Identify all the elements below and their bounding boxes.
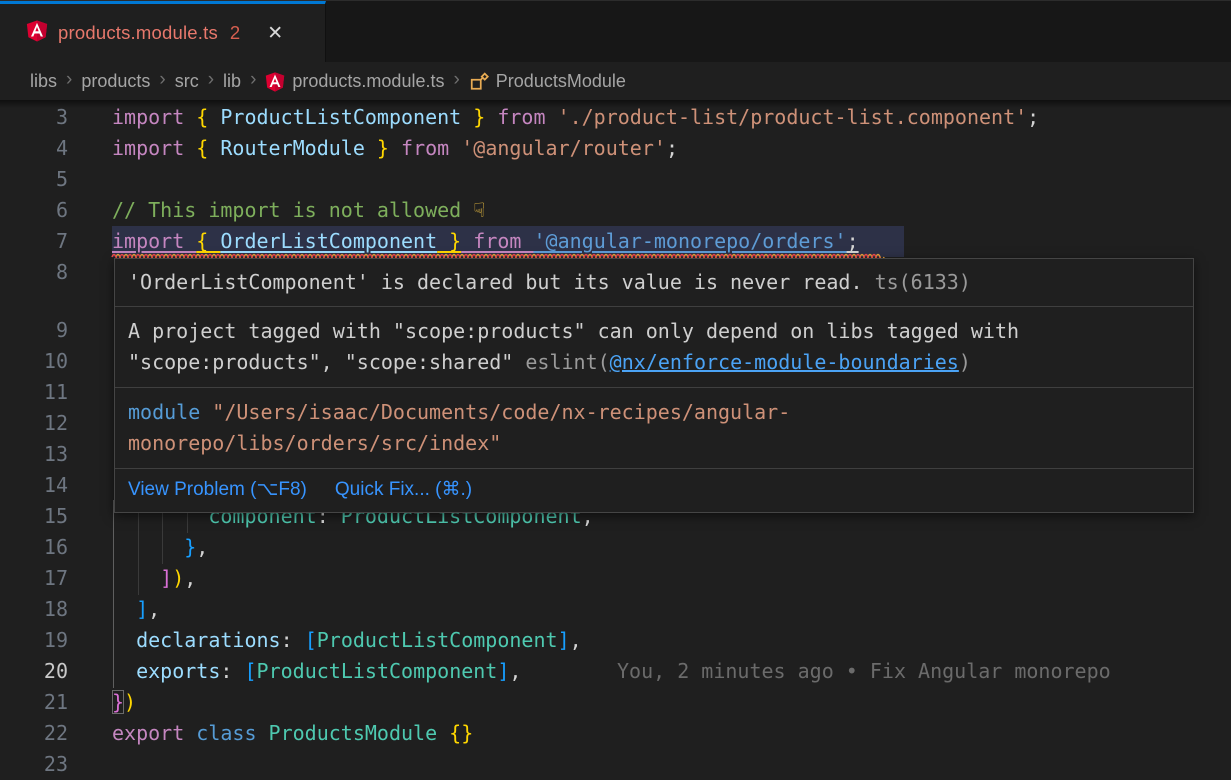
breadcrumb-item-lib[interactable]: lib <box>223 71 241 92</box>
line-number: 20 <box>0 656 68 687</box>
breadcrumb-item-productsmodule[interactable]: ProductsModule <box>469 71 626 92</box>
pointing-down-emoji: ☟ <box>473 198 485 222</box>
module-path-line1: "/Users/isaac/Documents/code/nx-recipes/… <box>200 400 790 424</box>
line-number: 5 <box>0 164 68 195</box>
angular-file-icon <box>26 20 48 47</box>
code-text: exports: [ProductListComponent], <box>112 656 521 687</box>
code-text: ]), <box>112 563 196 594</box>
eslint-error-line1: A project tagged with "scope:products" c… <box>128 319 1019 343</box>
breadcrumb-label: src <box>175 71 199 92</box>
angular-icon <box>265 72 285 92</box>
vscode-window: products.module.ts 2 ✕ libs › products › src… <box>0 0 1231 780</box>
line-number: 6 <box>0 195 68 226</box>
line-number: 23 <box>0 749 68 780</box>
line-number: 4 <box>0 133 68 164</box>
breadcrumb-separator: › <box>66 69 72 91</box>
eslint-source-prefix: eslint( <box>525 350 609 374</box>
tab-bar: products.module.ts 2 ✕ <box>0 0 1231 62</box>
code-editor: 3import { ProductListComponent } from '.… <box>0 100 1231 780</box>
line-number: 15 <box>0 501 68 532</box>
eslint-rule-link[interactable]: @nx/enforce-module-boundaries <box>610 350 959 374</box>
eslint-error-line2: "scope:products", "scope:shared" <box>128 350 525 374</box>
code-text: export class ProductsModule {} <box>112 718 473 749</box>
hover-actions: View Problem (⌥F8) Quick Fix... (⌘.) <box>115 469 1193 512</box>
hover-module-path: module "/Users/isaac/Documents/code/nx-r… <box>115 388 1193 469</box>
line-number: 10 <box>0 346 68 377</box>
breadcrumb-separator: › <box>453 69 459 91</box>
code-line-6[interactable]: 6 // This import is not allowed ☟ <box>0 195 1231 226</box>
line-number: 7 <box>0 226 68 257</box>
hover-eslint-message: A project tagged with "scope:products" c… <box>115 307 1193 388</box>
tab-products-module[interactable]: products.module.ts 2 ✕ <box>0 1 326 62</box>
breadcrumb-label: lib <box>223 71 241 92</box>
line-number: 22 <box>0 718 68 749</box>
code-text: // This import is not allowed ☟ <box>112 195 485 226</box>
module-keyword: module <box>128 400 200 424</box>
line-number: 16 <box>0 532 68 563</box>
breadcrumb: libs › products › src › lib › products.module.ts… <box>0 62 1231 100</box>
code-line-16[interactable]: 16 }, <box>0 532 1231 563</box>
code-text: import { RouterModule } from '@angular/r… <box>112 133 678 164</box>
hover-ts-message: 'OrderListComponent' is declared but its… <box>115 259 1193 307</box>
code-text: declarations: [ProductListComponent], <box>112 625 582 656</box>
line-number: 9 <box>0 315 68 346</box>
line-number: 14 <box>0 470 68 501</box>
code-text: }, <box>112 532 208 563</box>
breadcrumb-label: libs <box>30 71 57 92</box>
code-line-22[interactable]: 22 export class ProductsModule {} <box>0 718 1231 749</box>
breadcrumb-item-libs[interactable]: libs <box>30 71 57 92</box>
ts-error-text: 'OrderListComponent' is declared but its… <box>128 270 863 294</box>
line-number: 18 <box>0 594 68 625</box>
line-number: 12 <box>0 408 68 439</box>
breadcrumb-separator: › <box>159 69 165 91</box>
error-hover-popup: 'OrderListComponent' is declared but its… <box>114 258 1194 513</box>
code-line-19[interactable]: 19 declarations: [ProductListComponent], <box>0 625 1231 656</box>
code-line-23[interactable]: 23 <box>0 749 1231 780</box>
breadcrumb-item-src[interactable]: src <box>175 71 199 92</box>
git-blame-annotation: You, 2 minutes ago • Fix Angular monorep… <box>617 656 1111 687</box>
line-number: 21 <box>0 687 68 718</box>
code-line-5[interactable]: 5 <box>0 164 1231 195</box>
line-number: 19 <box>0 625 68 656</box>
view-problem-link[interactable]: View Problem (⌥F8) <box>128 475 307 504</box>
scroll-shadow <box>0 100 1231 108</box>
module-path-line2: monorepo/libs/orders/src/index" <box>128 431 501 455</box>
breadcrumb-separator: › <box>250 69 256 91</box>
line-number: 17 <box>0 563 68 594</box>
eslint-source-suffix: ) <box>959 350 971 374</box>
code-text: ], <box>112 594 160 625</box>
line-number: 8 <box>0 257 68 288</box>
class-icon <box>469 72 489 92</box>
quick-fix-link[interactable]: Quick Fix... (⌘.) <box>335 475 472 504</box>
code-line-20[interactable]: 20 exports: [ProductListComponent], You, … <box>0 656 1231 687</box>
tab-error-count-badge: 2 <box>230 22 240 44</box>
line-number: 11 <box>0 377 68 408</box>
breadcrumb-separator: › <box>208 69 214 91</box>
code-line-17[interactable]: 17 ]), <box>0 563 1231 594</box>
ts-error-code: ts(6133) <box>875 270 971 294</box>
line-number: 13 <box>0 439 68 470</box>
breadcrumb-label: products <box>81 71 150 92</box>
code-line-21[interactable]: 21}) <box>0 687 1231 718</box>
breadcrumb-item-products[interactable]: products <box>81 71 150 92</box>
breadcrumb-label: ProductsModule <box>496 71 626 92</box>
code-line-18[interactable]: 18 ], <box>0 594 1231 625</box>
code-line-7[interactable]: 7import { OrderListComponent } from '@an… <box>0 226 1231 257</box>
tab-close-icon[interactable]: ✕ <box>262 20 288 47</box>
breadcrumb-label: products.module.ts <box>292 71 444 92</box>
code-line-4[interactable]: 4 import { RouterModule } from '@angular/… <box>0 133 1231 164</box>
tab-title: products.module.ts <box>58 22 218 44</box>
code-text: }) <box>112 687 136 718</box>
breadcrumb-item-products-module-ts[interactable]: products.module.ts <box>265 71 444 92</box>
